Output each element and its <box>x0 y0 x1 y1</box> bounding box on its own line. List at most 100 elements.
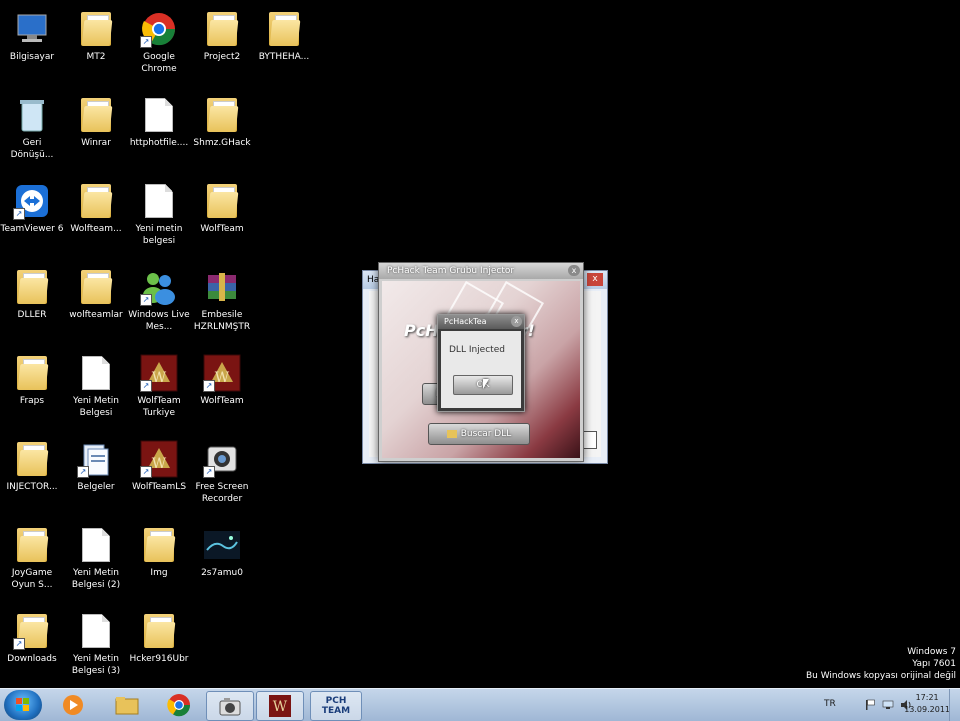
media-player-icon <box>63 695 83 715</box>
doc-icon <box>140 182 178 220</box>
clock-date: 13.09.2011 <box>904 705 950 714</box>
desktop-icon-label: TeamViewer 6 <box>0 224 64 234</box>
desktop-icon[interactable]: Wolfteam... <box>64 176 128 262</box>
desktop-icon-label: Shmz.GHack <box>193 138 251 148</box>
desktop-icon[interactable]: Bilgisayar <box>0 4 64 90</box>
folder-icon <box>265 10 303 48</box>
desktop-icon[interactable]: W ↗ WolfTeamLS <box>127 434 191 520</box>
folder-icon <box>203 96 241 134</box>
desktop-icon[interactable]: Fraps <box>0 348 64 434</box>
desktop-icon[interactable]: ↗ TeamViewer 6 <box>0 176 64 262</box>
desktop-icon[interactable]: Geri Dönüşü... <box>0 90 64 176</box>
injector-close-button[interactable]: x <box>568 265 580 276</box>
desktop-icon[interactable]: Embesile HZRLNMŞTR <box>190 262 254 348</box>
taskbar-pch-team[interactable]: PCH TEAM <box>310 691 362 721</box>
taskbar-media-player[interactable] <box>50 691 96 719</box>
desktop-icon[interactable]: Yeni Metin Belgesi (3) <box>64 606 128 692</box>
folder-icon <box>140 526 178 564</box>
desktop-icon-label: Yeni Metin Belgesi (2) <box>71 568 121 590</box>
browse-dll-button[interactable]: Buscar DLL <box>428 423 530 445</box>
desktop-icon[interactable]: ↗ Belgeler <box>64 434 128 520</box>
pch-label: PCH <box>325 696 347 706</box>
doc-icon <box>77 612 115 650</box>
computer-icon <box>13 10 51 48</box>
taskbar-chrome[interactable] <box>156 691 202 719</box>
shortcut-arrow-icon: ↗ <box>140 380 152 392</box>
desktop-icon-label: BYTHEHA... <box>258 52 310 62</box>
language-indicator[interactable]: TR <box>824 699 836 709</box>
windows-watermark: Windows 7 Yapı 7601 Bu Windows kopyası o… <box>806 646 956 682</box>
desktop-icon[interactable]: httphotfile.... <box>127 90 191 176</box>
background-window-field[interactable] <box>583 431 597 449</box>
desktop-icon-label: WolfTeamLS <box>131 482 187 492</box>
mouse-cursor-icon <box>483 379 489 389</box>
show-desktop-button[interactable] <box>949 689 960 721</box>
desktop-icon[interactable]: BYTHEHA... <box>252 4 316 90</box>
desktop-icon[interactable]: INJECTOR... <box>0 434 64 520</box>
taskbar-explorer[interactable] <box>104 691 150 719</box>
shortcut-arrow-icon: ↗ <box>13 208 25 220</box>
desktop-icon[interactable]: Yeni Metin Belgesi (2) <box>64 520 128 606</box>
desktop-icon[interactable]: wolfteamlar <box>64 262 128 348</box>
image-icon <box>203 526 241 564</box>
taskbar: W PCH TEAM TR 17:21 13.09.2011 <box>0 688 960 721</box>
clock[interactable]: 17:21 13.09.2011 <box>904 692 950 716</box>
shortcut-arrow-icon: ↗ <box>203 466 215 478</box>
desktop-icon-label: Yeni Metin Belgesi <box>73 396 119 418</box>
wolfteam-icon: W ↗ <box>140 354 178 392</box>
folder-icon <box>77 96 115 134</box>
messenger-icon: ↗ <box>140 268 178 306</box>
desktop-icon[interactable]: ↗ Windows Live Mes... <box>127 262 191 348</box>
desktop-icon[interactable]: JoyGame Oyun S... <box>0 520 64 606</box>
desktop-icon-label: 2s7amu0 <box>201 568 243 578</box>
desktop-icon[interactable]: ↗ Downloads <box>0 606 64 692</box>
desktop-icon[interactable]: MT2 <box>64 4 128 90</box>
desktop-icon[interactable]: Winrar <box>64 90 128 176</box>
desktop-icon[interactable]: WolfTeam <box>190 176 254 262</box>
desktop-icon[interactable]: 2s7amu0 <box>190 520 254 606</box>
folder-icon <box>13 268 51 306</box>
shortcut-arrow-icon: ↗ <box>140 294 152 306</box>
svg-text:W: W <box>273 699 288 715</box>
network-icon[interactable] <box>882 699 894 711</box>
desktop-icon-label: Belgeler <box>77 482 115 492</box>
team-label: TEAM <box>321 706 351 716</box>
windows-flag-icon <box>16 698 30 712</box>
desktop-icon-label: Downloads <box>7 654 57 664</box>
message-box-close-button[interactable]: x <box>511 316 522 327</box>
explorer-folder-icon <box>115 697 139 715</box>
flag-icon[interactable] <box>864 699 876 711</box>
folder-icon <box>446 429 457 438</box>
desktop-icon[interactable]: DLLER <box>0 262 64 348</box>
desktop-icon[interactable]: W ↗ WolfTeam <box>190 348 254 434</box>
recycle-icon <box>13 96 51 134</box>
desktop-icon-label: Yeni Metin Belgesi (3) <box>71 654 121 676</box>
watermark-os: Windows 7 <box>907 647 956 657</box>
start-button[interactable] <box>4 690 42 720</box>
desktop-icon[interactable]: Hcker916Ubr <box>127 606 191 692</box>
doc-icon <box>77 526 115 564</box>
wolfteam-icon: W ↗ <box>203 354 241 392</box>
desktop-icon-label: JoyGame Oyun S... <box>11 568 53 590</box>
desktop-icon[interactable]: Img <box>127 520 191 606</box>
desktop-icon[interactable]: Yeni metin belgesi <box>127 176 191 262</box>
shortcut-arrow-icon: ↗ <box>203 380 215 392</box>
desktop-icon-label: Fraps <box>19 396 45 406</box>
desktop-icon[interactable]: Yeni Metin Belgesi <box>64 348 128 434</box>
desktop-icon[interactable]: ↗ Google Chrome <box>127 4 191 90</box>
desktop-icon[interactable]: W ↗ WolfTeam Turkiye <box>127 348 191 434</box>
folder-icon <box>13 354 51 392</box>
doc-icon <box>77 354 115 392</box>
desktop-icon[interactable]: Project2 <box>190 4 254 90</box>
camera-icon <box>219 698 241 716</box>
taskbar-screen-recorder[interactable] <box>206 691 254 721</box>
message-box-body: DLL Injected OK <box>441 331 521 408</box>
watermark-notice: Bu Windows kopyası orijinal değil <box>805 671 956 681</box>
desktop-icon[interactable]: ↗ Free Screen Recorder <box>190 434 254 520</box>
message-box[interactable]: PcHackTea x DLL Injected OK <box>437 314 525 412</box>
desktop-icon-label: INJECTOR... <box>6 482 58 492</box>
background-window-close-button[interactable]: x <box>587 273 603 286</box>
browse-dll-label: Buscar DLL <box>460 429 512 439</box>
desktop-icon[interactable]: Shmz.GHack <box>190 90 254 176</box>
taskbar-wolfteam[interactable]: W <box>256 691 304 721</box>
